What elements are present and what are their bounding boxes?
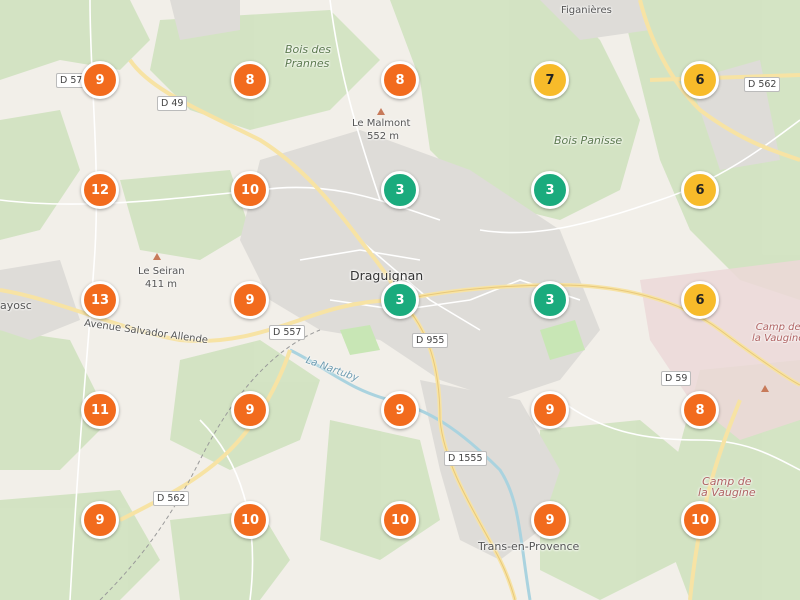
cluster-marker[interactable]: 10 <box>681 501 719 539</box>
place-label-camp-vaugine-2: Camp de la Vaugine <box>698 475 756 499</box>
place-label-le-seiran: Le Seiran <box>138 266 185 277</box>
cluster-marker[interactable]: 8 <box>681 391 719 429</box>
cluster-marker[interactable]: 10 <box>381 501 419 539</box>
peak-icon <box>761 385 769 392</box>
place-label-bois-des-prannes-2: Prannes <box>285 57 330 70</box>
road-label-d1555: D 1555 <box>444 451 487 466</box>
peak-icon <box>377 108 385 115</box>
cluster-marker[interactable]: 9 <box>381 391 419 429</box>
cluster-marker[interactable]: 8 <box>381 61 419 99</box>
cluster-marker[interactable]: 9 <box>231 281 269 319</box>
cluster-marker[interactable]: 9 <box>81 501 119 539</box>
cluster-marker[interactable]: 13 <box>81 281 119 319</box>
road-label-d49: D 49 <box>157 96 188 111</box>
place-label-trans-en-provence: Trans-en-Provence <box>478 540 580 553</box>
cluster-marker[interactable]: 6 <box>681 171 719 209</box>
cluster-marker[interactable]: 9 <box>81 61 119 99</box>
place-label-bois-des-prannes-1: Bois des <box>285 43 332 56</box>
peak-icon <box>153 253 161 260</box>
cluster-marker[interactable]: 12 <box>81 171 119 209</box>
cluster-marker[interactable]: 3 <box>531 171 569 209</box>
place-label-le-seiran-alt: 411 m <box>145 279 178 290</box>
place-label-flayosc: ayosc <box>0 299 32 312</box>
road-label-d562-sw: D 562 <box>153 491 190 506</box>
cluster-marker[interactable]: 9 <box>531 501 569 539</box>
place-label-bois-panisse: Bois Panisse <box>554 134 623 147</box>
cluster-marker[interactable]: 6 <box>681 61 719 99</box>
place-label-le-malmont: Le Malmont <box>352 118 411 129</box>
road-label-d955: D 955 <box>412 333 449 348</box>
place-label-draguignan: Draguignan <box>350 268 424 283</box>
cluster-marker[interactable]: 9 <box>231 391 269 429</box>
place-label-le-malmont-alt: 552 m <box>367 131 400 142</box>
cluster-marker[interactable]: 7 <box>531 61 569 99</box>
cluster-marker[interactable]: 6 <box>681 281 719 319</box>
place-label-figanieres: Figanières <box>561 5 612 16</box>
cluster-marker[interactable]: 9 <box>531 391 569 429</box>
map-view[interactable]: Figanières Bois des Prannes Le Malmont 5… <box>0 0 800 600</box>
cluster-marker[interactable]: 3 <box>381 281 419 319</box>
road-label-d562: D 562 <box>744 77 781 92</box>
cluster-marker[interactable]: 8 <box>231 61 269 99</box>
cluster-marker[interactable]: 11 <box>81 391 119 429</box>
place-label-camp-vaugine-1: Camp de la Vaugine <box>752 322 800 344</box>
road-label-d59: D 59 <box>661 371 692 386</box>
cluster-marker[interactable]: 10 <box>231 501 269 539</box>
road-label-d557: D 557 <box>269 325 306 340</box>
cluster-marker[interactable]: 3 <box>381 171 419 209</box>
cluster-marker[interactable]: 3 <box>531 281 569 319</box>
cluster-marker[interactable]: 10 <box>231 171 269 209</box>
